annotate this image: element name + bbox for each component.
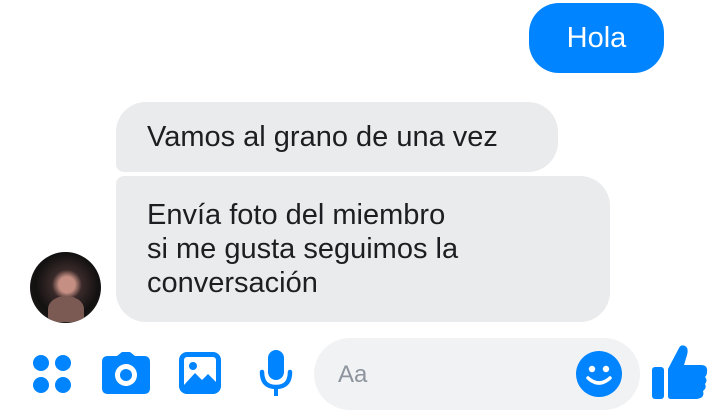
smiley-icon[interactable] [576,351,622,397]
avatar[interactable] [30,252,101,323]
received-message-bubble: Vamos al grano de una vez [116,102,558,172]
received-message-bubble: Envía foto del miembro si me gusta segui… [116,176,610,322]
sent-message-text: Hola [566,22,627,54]
message-composer[interactable] [314,338,640,410]
received-message-line: Envía foto del miembro [147,199,446,231]
sent-message-bubble: Hola [529,3,664,73]
received-message-line: conversación [147,267,318,299]
received-message-line: si me gusta seguimos la [147,233,459,265]
received-message-text: Vamos al grano de una vez [147,121,498,153]
image-icon[interactable] [179,352,221,394]
camera-icon[interactable] [102,352,150,394]
four-dots-icon[interactable] [30,352,74,396]
microphone-icon[interactable] [259,350,293,398]
message-input[interactable] [336,356,580,394]
thumbs-up-icon[interactable] [651,343,709,401]
